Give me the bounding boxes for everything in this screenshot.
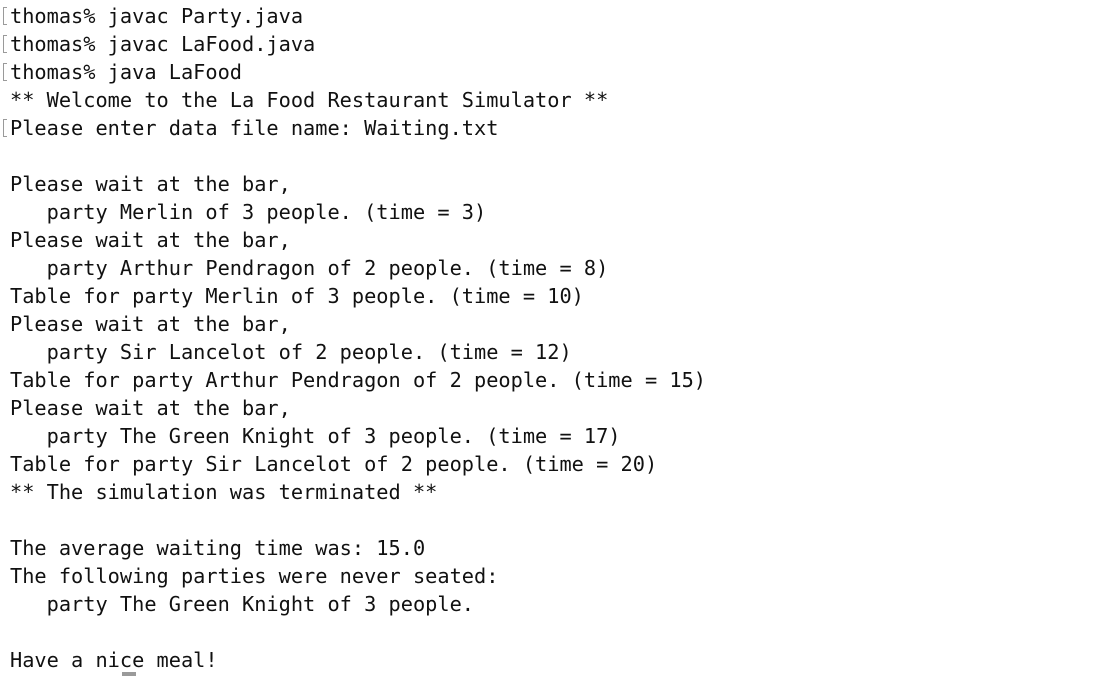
terminal-line-text: party The Green Knight of 3 people. (10, 592, 474, 616)
terminal-line-text: Please wait at the bar, (10, 228, 291, 252)
terminal-line-text: The following parties were never seated: (10, 564, 499, 588)
terminal-line-text: thomas% javac LaFood.java (10, 32, 316, 56)
terminal-line: Please wait at the bar, (10, 226, 1112, 254)
terminal-line: Please wait at the bar, (10, 394, 1112, 422)
terminal-line: Please enter data file name: Waiting.txt (3, 114, 1112, 142)
terminal-line-text: Please wait at the bar, (10, 396, 291, 420)
terminal-line: thomas% javac LaFood.java (3, 30, 1112, 58)
terminal-line: Table for party Arthur Pendragon of 2 pe… (10, 366, 1112, 394)
terminal-line: thomas% javac Party.java (3, 2, 1112, 30)
terminal-line: party The Green Knight of 3 people. (10, 590, 1112, 618)
terminal-line: party Arthur Pendragon of 2 people. (tim… (10, 254, 1112, 282)
terminal-line: Please wait at the bar, (10, 170, 1112, 198)
prompt-mark-icon (3, 35, 7, 53)
terminal-line-text: thomas% javac Party.java (10, 4, 304, 28)
terminal-line-text: Please enter data file name: Waiting.txt (10, 116, 499, 140)
terminal-line: party Merlin of 3 people. (time = 3) (10, 198, 1112, 226)
terminal-line-text: party Arthur Pendragon of 2 people. (tim… (10, 256, 609, 280)
terminal-line: party The Green Knight of 3 people. (tim… (10, 422, 1112, 450)
terminal-line-text: ** The simulation was terminated ** (10, 480, 438, 504)
terminal-line: thomas% java LaFood (3, 58, 1112, 86)
terminal-line-text: party Sir Lancelot of 2 people. (time = … (10, 340, 572, 364)
terminal-line-text: Have a nice meal! (10, 648, 218, 672)
terminal-line-text: ** Welcome to the La Food Restaurant Sim… (10, 88, 609, 112)
terminal-line: The following parties were never seated: (10, 562, 1112, 590)
terminal-line: Please wait at the bar, (10, 310, 1112, 338)
terminal-output[interactable]: thomas% javac Party.java thomas% javac La… (0, 0, 1112, 676)
text-cursor (122, 672, 136, 676)
terminal-line-text: party Merlin of 3 people. (time = 3) (10, 200, 487, 224)
terminal-line: Table for party Sir Lancelot of 2 people… (10, 450, 1112, 478)
terminal-line-text: Table for party Sir Lancelot of 2 people… (10, 452, 658, 476)
terminal-line-text: The average waiting time was: 15.0 (10, 536, 426, 560)
terminal-line: ** Welcome to the La Food Restaurant Sim… (10, 86, 1112, 114)
terminal-line: Have a nice meal! (10, 646, 1112, 674)
terminal-line: ** The simulation was terminated ** (10, 478, 1112, 506)
terminal-line-text: Table for party Merlin of 3 people. (tim… (10, 284, 584, 308)
terminal-line: Table for party Merlin of 3 people. (tim… (10, 282, 1112, 310)
terminal-line-text: Table for party Arthur Pendragon of 2 pe… (10, 368, 706, 392)
prompt-mark-icon (3, 7, 7, 25)
terminal-line-text: Please wait at the bar, (10, 172, 291, 196)
terminal-line-text: Please wait at the bar, (10, 312, 291, 336)
prompt-mark-icon (3, 119, 7, 137)
terminal-line: The average waiting time was: 15.0 (10, 534, 1112, 562)
terminal-line-text: thomas% java LaFood (10, 60, 242, 84)
prompt-mark-icon (3, 63, 7, 81)
terminal-line: party Sir Lancelot of 2 people. (time = … (10, 338, 1112, 366)
terminal-line-text: party The Green Knight of 3 people. (tim… (10, 424, 621, 448)
